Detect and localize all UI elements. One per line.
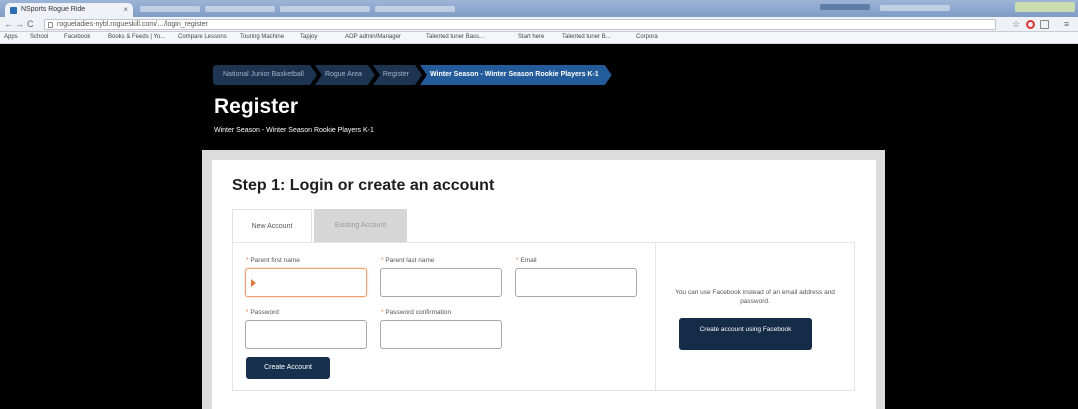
last-name-label: * Parent last name: [381, 257, 435, 264]
bookmark-item[interactable]: Talented tuner Bass...: [426, 34, 484, 40]
back-icon[interactable]: ←: [4, 19, 13, 29]
password-confirmation-field[interactable]: [380, 320, 502, 349]
bookmark-item[interactable]: AOP admin/Manager: [345, 34, 401, 40]
extension-icon[interactable]: [1040, 20, 1049, 29]
step-title: Step 1: Login or create an account: [232, 177, 495, 194]
menu-icon[interactable]: ≡: [1064, 19, 1069, 29]
star-icon[interactable]: ☆: [1012, 19, 1020, 30]
email-label: * Email: [516, 257, 537, 264]
bookmark-item[interactable]: Talented tuner B...: [562, 34, 611, 40]
tab-existing-account[interactable]: Existing Account: [314, 209, 407, 242]
bookmark-item[interactable]: School: [30, 34, 48, 40]
first-name-label: * Parent first name: [246, 257, 300, 264]
extension-icon[interactable]: [1026, 20, 1035, 29]
breadcrumb-item[interactable]: National Junior Basketball: [213, 65, 317, 85]
page-info-icon: [48, 22, 53, 28]
address-bar[interactable]: rogueladies-nybl.rogueskill.com/…/login_…: [44, 19, 996, 30]
password-field[interactable]: [245, 320, 367, 349]
page-subtitle: Winter Season - Winter Season Rookie Pla…: [214, 127, 374, 134]
breadcrumb-item[interactable]: Rogue Area: [315, 65, 375, 85]
bookmark-item[interactable]: Apps: [4, 34, 18, 40]
bookmarks-bar: Apps School Facebook Books & Feeds | Yo.…: [0, 32, 1078, 44]
facebook-description: You can use Facebook instead of an email…: [675, 289, 835, 305]
bookmark-item[interactable]: Touring Machine: [240, 34, 284, 40]
browser-tab[interactable]: NSports Rogue Ride ×: [5, 3, 133, 17]
cursor-arrow-icon: [251, 279, 256, 287]
blurred-tab[interactable]: [280, 6, 370, 12]
facebook-panel: [655, 242, 855, 391]
favicon-icon: [10, 7, 17, 14]
forward-icon[interactable]: →: [15, 19, 24, 29]
password-confirmation-label: * Password confirmation: [381, 309, 452, 316]
bookmark-item[interactable]: Corpora: [636, 34, 658, 40]
window-control[interactable]: [880, 5, 950, 11]
facebook-signup-button[interactable]: Create account using Facebook: [679, 318, 812, 350]
profile-button[interactable]: [1015, 2, 1075, 12]
breadcrumb-item[interactable]: Register: [373, 65, 422, 85]
bookmark-item[interactable]: Books & Feeds | Yo...: [108, 34, 165, 40]
close-tab-icon[interactable]: ×: [123, 5, 128, 14]
password-label: * Password: [246, 309, 279, 316]
blurred-tab[interactable]: [205, 6, 275, 12]
bookmark-item[interactable]: Start here: [518, 34, 544, 40]
window-control[interactable]: [820, 4, 870, 10]
tab-new-account[interactable]: New Account: [232, 209, 312, 242]
address-bar-url: rogueladies-nybl.rogueskill.com/…/login_…: [57, 21, 208, 28]
breadcrumb: National Junior Basketball Rogue Area Re…: [213, 65, 610, 85]
browser-tab-title: NSports Rogue Ride: [21, 6, 86, 13]
breadcrumb-item-active: Winter Season - Winter Season Rookie Pla…: [420, 65, 612, 85]
bookmark-item[interactable]: Tapjoy: [300, 34, 317, 40]
page-title: Register: [214, 95, 299, 118]
browser-tabstrip: NSports Rogue Ride ×: [0, 0, 1078, 17]
email-field[interactable]: [515, 268, 637, 297]
bookmark-item[interactable]: Compare Lessons: [178, 34, 227, 40]
reload-icon[interactable]: C: [27, 19, 34, 29]
create-account-button[interactable]: Create Account: [246, 357, 330, 379]
bookmark-item[interactable]: Facebook: [64, 34, 90, 40]
last-name-field[interactable]: [380, 268, 502, 297]
browser-navbar: ← → C rogueladies-nybl.rogueskill.com/…/…: [0, 17, 1078, 32]
first-name-field[interactable]: [245, 268, 367, 297]
blurred-tab[interactable]: [375, 6, 455, 12]
blurred-tab[interactable]: [140, 6, 200, 12]
